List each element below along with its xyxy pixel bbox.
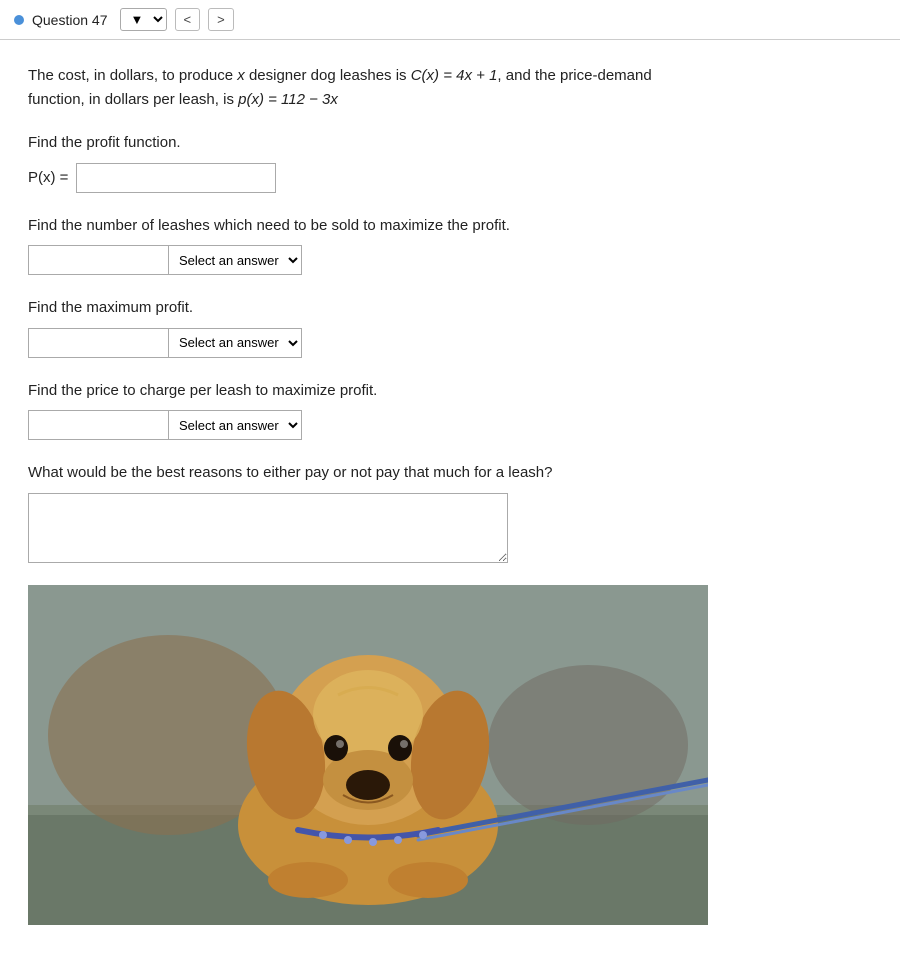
section-profit-function: Find the profit function. P(x) = bbox=[28, 132, 872, 193]
max-profit-select[interactable]: Select an answer bbox=[168, 328, 302, 358]
profit-input-row: P(x) = bbox=[28, 163, 872, 193]
price-per-leash-text-input[interactable] bbox=[28, 410, 168, 440]
dog-image bbox=[28, 585, 708, 925]
profit-prefix: P(x) = bbox=[28, 169, 68, 186]
best-reasons-textarea[interactable] bbox=[28, 493, 508, 563]
price-per-leash-label: Find the price to charge per leash to ma… bbox=[28, 380, 872, 403]
price-function: p(x) = 112 − 3x bbox=[238, 91, 338, 108]
top-bar: Question 47 ▼ < > bbox=[0, 0, 900, 40]
var-x: x bbox=[237, 67, 245, 84]
profit-function-input[interactable] bbox=[76, 163, 276, 193]
section-price-per-leash: Find the price to charge per leash to ma… bbox=[28, 380, 872, 441]
num-leashes-label: Find the number of leashes which need to… bbox=[28, 215, 872, 238]
section-num-leashes: Find the number of leashes which need to… bbox=[28, 215, 872, 276]
section-best-reasons: What would be the best reasons to either… bbox=[28, 462, 872, 563]
section-max-profit: Find the maximum profit. Select an answe… bbox=[28, 297, 872, 358]
best-reasons-label: What would be the best reasons to either… bbox=[28, 462, 872, 485]
question-nav-dropdown[interactable]: ▼ bbox=[120, 8, 167, 31]
num-leashes-text-input[interactable] bbox=[28, 245, 168, 275]
max-profit-row: Select an answer bbox=[28, 328, 872, 358]
price-per-leash-select[interactable]: Select an answer bbox=[168, 410, 302, 440]
question-label: Question 47 bbox=[32, 12, 108, 28]
content-area: The cost, in dollars, to produce x desig… bbox=[0, 40, 900, 955]
num-leashes-select[interactable]: Select an answer bbox=[168, 245, 302, 275]
profit-function-label: Find the profit function. bbox=[28, 132, 872, 155]
max-profit-text-input[interactable] bbox=[28, 328, 168, 358]
prev-button[interactable]: < bbox=[175, 8, 201, 31]
problem-description: The cost, in dollars, to produce x desig… bbox=[28, 64, 872, 112]
max-profit-label: Find the maximum profit. bbox=[28, 297, 872, 320]
next-button[interactable]: > bbox=[208, 8, 234, 31]
price-per-leash-row: Select an answer bbox=[28, 410, 872, 440]
num-leashes-row: Select an answer bbox=[28, 245, 872, 275]
page-container: Question 47 ▼ < > The cost, in dollars, … bbox=[0, 0, 900, 955]
question-dot bbox=[14, 15, 24, 25]
dog-svg bbox=[28, 585, 708, 925]
cost-function: C(x) = 4x + 1 bbox=[411, 67, 498, 84]
